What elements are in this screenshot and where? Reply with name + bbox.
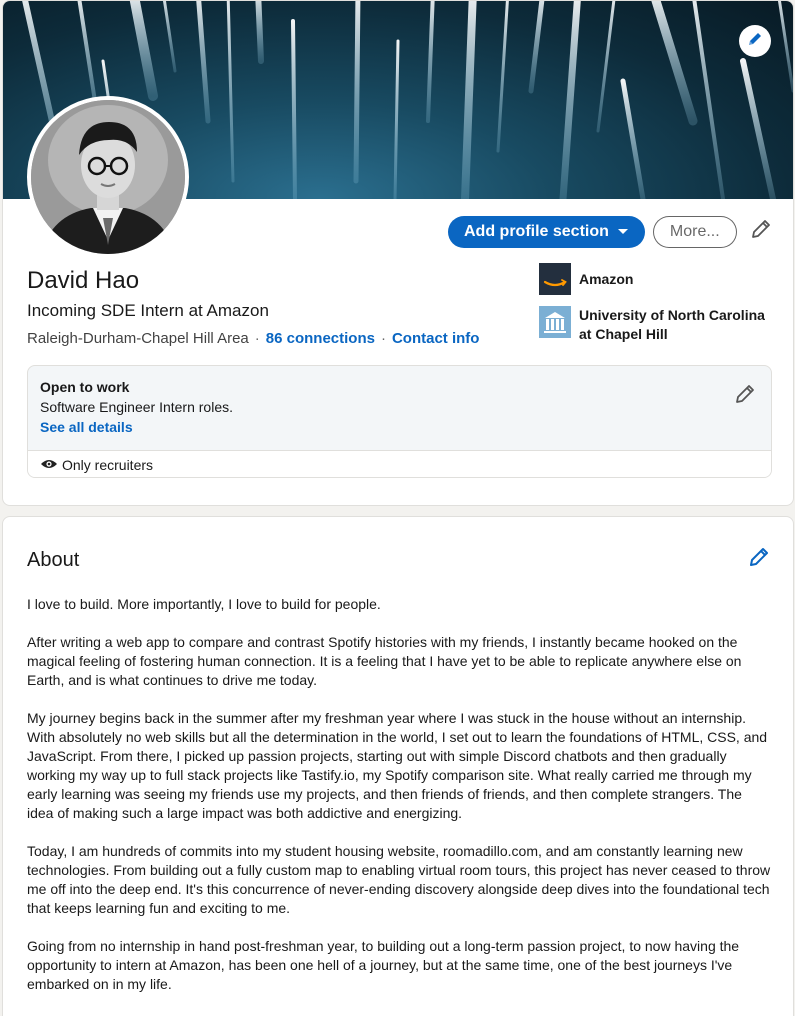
profile-photo[interactable] <box>27 96 189 258</box>
about-paragraph: My journey begins back in the summer aft… <box>27 710 768 821</box>
visibility-label: Only recruiters <box>62 457 154 473</box>
edit-banner-button[interactable] <box>739 25 771 57</box>
about-paragraph: Today, I am hundreds of commits into my … <box>27 843 771 916</box>
connections-link[interactable]: 86 connections <box>266 330 375 347</box>
profile-actions: Add profile section More... <box>448 216 737 248</box>
profile-headline: Incoming SDE Intern at Amazon <box>27 301 269 320</box>
amazon-logo-icon <box>539 263 571 295</box>
org-item-amazon[interactable]: Amazon <box>539 263 769 295</box>
open-to-work-card: Open to work Software Engineer Intern ro… <box>27 365 772 478</box>
about-section: About I love to build. More importantly,… <box>2 516 794 1016</box>
about-paragraph: After writing a web app to compare and c… <box>27 634 742 688</box>
about-title: About <box>27 549 80 571</box>
org-name: University of North Carolina at Chapel H… <box>579 307 765 342</box>
pencil-icon <box>749 217 773 246</box>
about-text: I love to build. More importantly, I lov… <box>27 595 772 1013</box>
caret-down-icon <box>617 223 629 241</box>
profile-top-card: Add profile section More... David Hao In… <box>2 0 794 506</box>
profile-location-line: Raleigh-Durham-Chapel Hill Area · 86 conne… <box>27 330 479 347</box>
pencil-icon <box>747 31 763 52</box>
org-name: Amazon <box>579 271 634 287</box>
profile-location: Raleigh-Durham-Chapel Hill Area <box>27 330 249 347</box>
add-section-label: Add profile section <box>464 223 609 240</box>
eye-icon <box>40 457 58 473</box>
profile-name: David Hao <box>27 267 140 294</box>
open-to-work-description: Software Engineer Intern roles. <box>40 399 233 415</box>
pencil-icon <box>733 385 757 410</box>
more-button[interactable]: More... <box>652 216 737 248</box>
separator-dot: · <box>254 330 260 347</box>
unc-logo-icon <box>539 306 571 338</box>
edit-intro-button[interactable] <box>747 217 775 245</box>
open-to-work-title: Open to work <box>40 379 130 395</box>
separator-dot: · <box>380 330 386 347</box>
org-item-unc[interactable]: University of North Carolina at Chapel H… <box>539 306 769 344</box>
contact-info-link[interactable]: Contact info <box>392 330 480 347</box>
add-profile-section-button[interactable]: Add profile section <box>448 216 645 248</box>
see-all-details-link[interactable]: See all details <box>40 419 133 435</box>
edit-about-button[interactable] <box>747 545 771 574</box>
about-paragraph: Going from no internship in hand post-fr… <box>27 938 740 992</box>
about-paragraph: I love to build. More importantly, I lov… <box>27 596 381 612</box>
edit-open-to-work-button[interactable] <box>733 382 757 411</box>
open-to-work-visibility: Only recruiters <box>28 450 771 477</box>
pencil-icon <box>747 548 771 573</box>
